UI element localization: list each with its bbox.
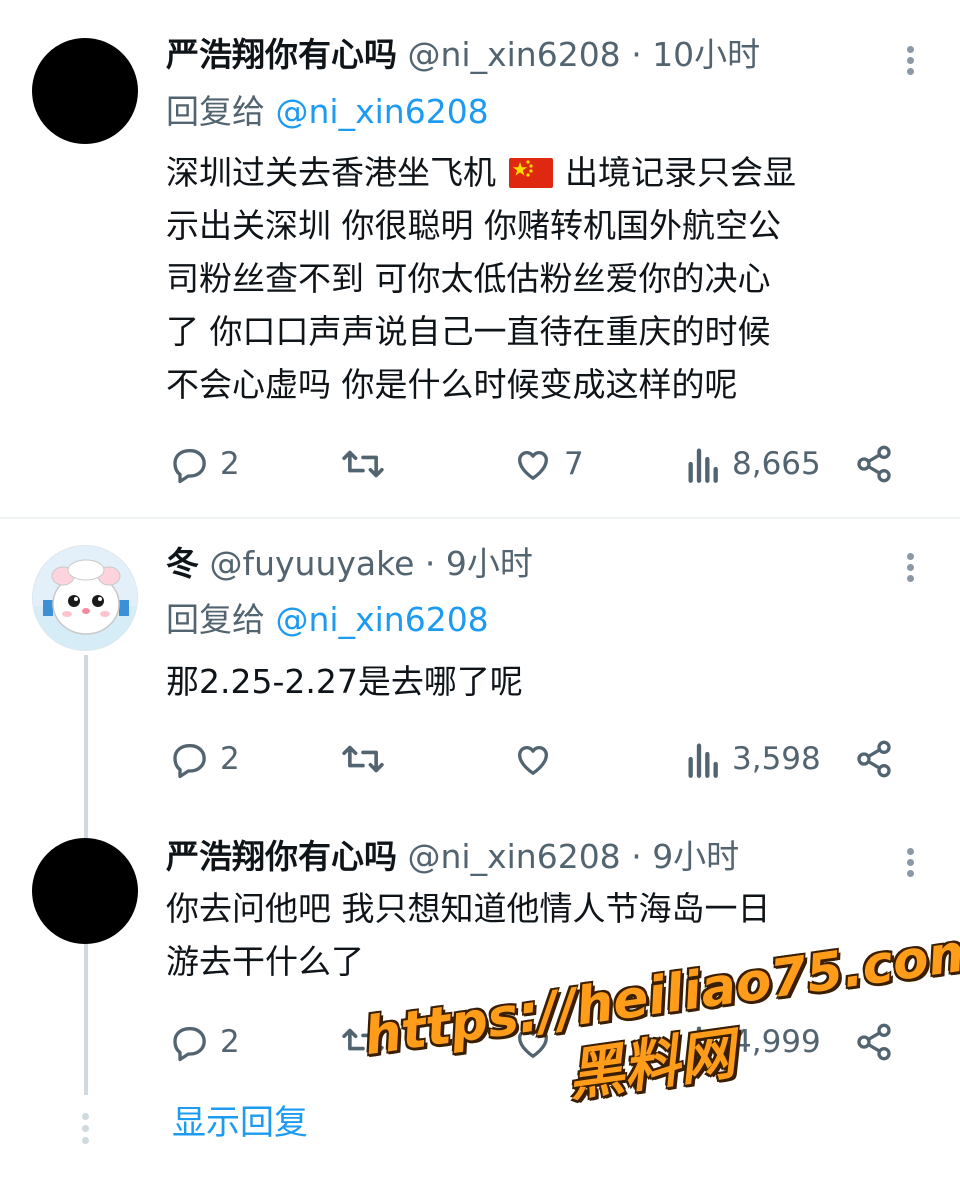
- tweet-text-line: 深圳过关去香港坐飞机 出境记录只会显: [166, 146, 916, 199]
- tweet-text: 你去问他吧 我只想知道他情人节海岛一日 游去干什么了: [166, 882, 916, 988]
- like-button[interactable]: [512, 1018, 564, 1066]
- tweet-text-line: 示出关深圳 你很聪明 你赌转机国外航空公: [166, 206, 781, 245]
- display-name[interactable]: 冬: [166, 544, 199, 583]
- share-button[interactable]: [854, 1018, 894, 1066]
- share-icon: [857, 1023, 891, 1061]
- share-icon: [857, 445, 891, 483]
- text-segment: 深圳过关去香港坐飞机: [166, 153, 496, 192]
- show-replies-link[interactable]: 显示回复: [172, 1098, 308, 1148]
- display-name[interactable]: 严浩翔你有心吗: [166, 35, 397, 74]
- replying-to: 回复给 @ni_xin6208: [166, 87, 489, 137]
- reply-bubble-icon: [173, 449, 206, 484]
- mention-link[interactable]: @ni_xin6208: [276, 600, 489, 639]
- tweet-text-line: 了 你口口声声说自己一直待在重庆的时候: [166, 312, 771, 351]
- like-count: 7: [564, 446, 584, 482]
- view-count: 3,598: [732, 741, 821, 777]
- tweet-text-line: 不会心虚吗 你是什么时候变成这样的呢: [166, 365, 738, 404]
- user-handle[interactable]: @ni_xin6208: [408, 35, 621, 74]
- avatar[interactable]: [32, 38, 138, 144]
- avatar[interactable]: [32, 545, 138, 651]
- retweet-button[interactable]: [340, 1018, 386, 1066]
- reply-button[interactable]: 2: [170, 440, 240, 488]
- tweet-header: 严浩翔你有心吗 @ni_xin6208 · 9小时: [166, 832, 739, 882]
- china-flag-icon: [508, 158, 553, 188]
- text-segment: 出境记录只会显: [565, 153, 796, 192]
- heart-icon: [517, 451, 549, 480]
- views-bar-chart-icon: [688, 448, 718, 483]
- tweet-header: 严浩翔你有心吗 @ni_xin6208 · 10小时: [166, 30, 760, 80]
- views-button[interactable]: 4,999: [686, 1018, 821, 1066]
- separator-dot: ·: [631, 35, 642, 74]
- view-count: 4,999: [732, 1024, 821, 1060]
- reply-count: 2: [220, 446, 240, 482]
- thread-continuation-dots: [80, 1108, 89, 1144]
- hamster-avatar-icon: [33, 546, 137, 650]
- user-handle[interactable]: @ni_xin6208: [408, 837, 621, 876]
- share-button[interactable]: [854, 735, 894, 783]
- tweet-text-line: 那2.25-2.27是去哪了呢: [166, 662, 523, 701]
- like-button[interactable]: [512, 735, 564, 783]
- tweet-2[interactable]: 冬 @fuyuuyake · 9小时 回复给 @ni_xin6208 那2.25…: [0, 519, 960, 819]
- action-bar: 2 3,598: [170, 735, 910, 783]
- reply-count: 2: [220, 741, 240, 777]
- share-icon: [857, 740, 891, 778]
- display-name[interactable]: 严浩翔你有心吗: [166, 837, 397, 876]
- separator-dot: ·: [631, 837, 642, 876]
- tweet-text: 深圳过关去香港坐飞机 出境记录只会显 示出关深圳 你很聪明 你赌转机国外航空公 …: [166, 146, 916, 411]
- user-handle[interactable]: @fuyuuyake: [210, 544, 415, 583]
- reply-count: 2: [220, 1024, 240, 1060]
- reply-button[interactable]: 2: [170, 1018, 240, 1066]
- retweet-button[interactable]: [340, 735, 386, 783]
- tweet-text-line: 游去干什么了: [166, 942, 364, 981]
- tweet-text: 那2.25-2.27是去哪了呢: [166, 655, 916, 708]
- reply-bubble-icon: [173, 744, 206, 779]
- tweet-header: 冬 @fuyuuyake · 9小时: [166, 539, 533, 589]
- heart-icon: [517, 746, 549, 775]
- reply-bubble-icon: [173, 1027, 206, 1062]
- separator-dot: ·: [424, 544, 436, 583]
- replying-to: 回复给 @ni_xin6208: [166, 595, 489, 645]
- reply-prefix: 回复给: [166, 92, 265, 131]
- retweet-icon: [342, 450, 384, 478]
- views-button[interactable]: 3,598: [686, 735, 821, 783]
- avatar[interactable]: [32, 838, 138, 944]
- timestamp[interactable]: 9小时: [652, 837, 739, 876]
- views-button[interactable]: 8,665: [686, 440, 821, 488]
- like-button[interactable]: 7: [512, 440, 584, 488]
- tweet-text-line: 司粉丝查不到 可你太低估粉丝爱你的决心: [166, 259, 771, 298]
- views-bar-chart-icon: [688, 1026, 718, 1061]
- mention-link[interactable]: @ni_xin6208: [276, 92, 489, 131]
- reply-button[interactable]: 2: [170, 735, 240, 783]
- timestamp[interactable]: 10小时: [652, 35, 760, 74]
- reply-prefix: 回复给: [166, 600, 265, 639]
- retweet-icon: [342, 1028, 384, 1056]
- more-vertical-icon[interactable]: [904, 42, 918, 75]
- retweet-button[interactable]: [340, 440, 386, 488]
- action-bar: 2 4,999: [170, 1018, 910, 1066]
- more-vertical-icon[interactable]: [904, 549, 918, 582]
- action-bar: 2 7 8,665: [170, 440, 910, 488]
- heart-icon: [517, 1029, 549, 1058]
- views-bar-chart-icon: [688, 743, 718, 778]
- retweet-icon: [342, 745, 384, 773]
- tweet-3[interactable]: 严浩翔你有心吗 @ni_xin6208 · 9小时 你去问他吧 我只想知道他情人…: [0, 820, 960, 1080]
- view-count: 8,665: [732, 446, 821, 482]
- timestamp[interactable]: 9小时: [446, 544, 533, 583]
- share-button[interactable]: [854, 440, 894, 488]
- tweet-1[interactable]: 严浩翔你有心吗 @ni_xin6208 · 10小时 回复给 @ni_xin62…: [0, 0, 960, 515]
- more-vertical-icon[interactable]: [904, 844, 918, 877]
- tweet-text-line: 你去问他吧 我只想知道他情人节海岛一日: [166, 889, 771, 928]
